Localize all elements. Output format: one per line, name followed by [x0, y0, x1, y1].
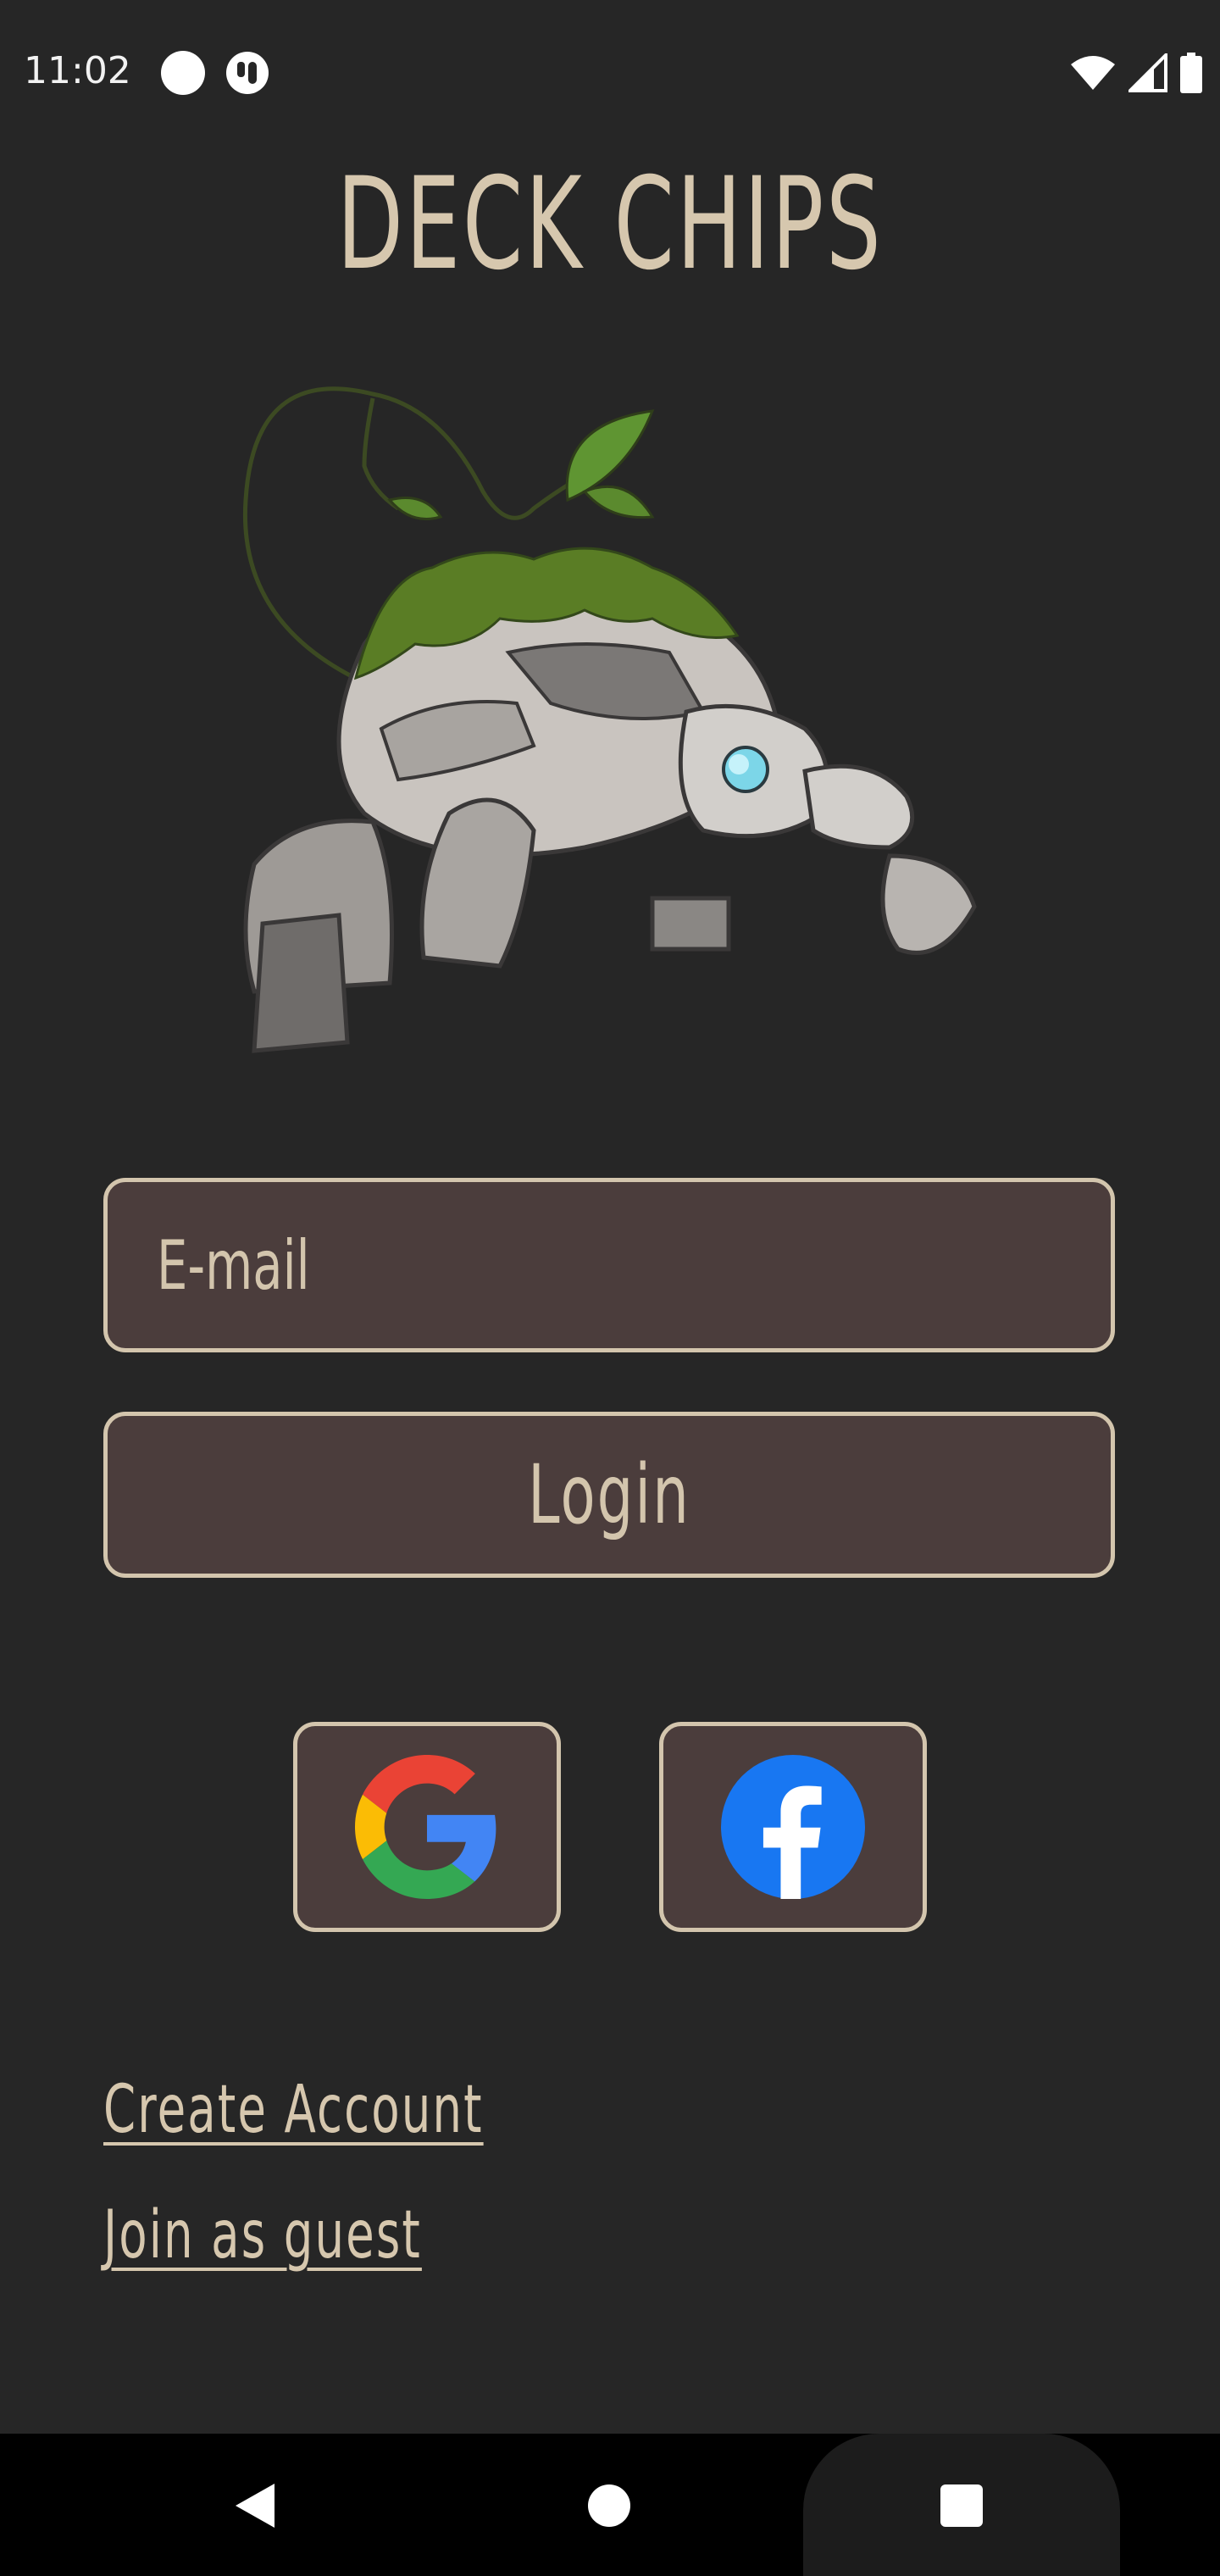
wifi-icon	[1071, 56, 1115, 90]
home-button[interactable]	[580, 2476, 639, 2535]
email-input[interactable]	[108, 1182, 1111, 1348]
login-button[interactable]: Login	[103, 1412, 1115, 1578]
recents-icon	[940, 2484, 983, 2527]
facebook-icon	[721, 1755, 865, 1899]
join-as-guest-link[interactable]: Join as guest	[103, 2197, 422, 2273]
facebook-signin-button[interactable]	[659, 1722, 927, 1932]
recents-button[interactable]	[932, 2476, 991, 2535]
back-button[interactable]	[225, 2476, 285, 2535]
login-screen: 11:02 DECK CHIPS E-mail Login Create Acc…	[0, 0, 1220, 2576]
status-time: 11:02	[24, 49, 131, 92]
google-signin-button[interactable]	[293, 1722, 561, 1932]
login-button-label: Login	[528, 1447, 690, 1542]
back-icon	[236, 2484, 274, 2528]
home-icon	[588, 2484, 630, 2527]
circle-notification-icon	[161, 51, 205, 95]
cellular-signal-icon	[1128, 53, 1167, 92]
status-bar: 11:02	[0, 0, 1220, 144]
email-field[interactable]: E-mail	[103, 1178, 1115, 1352]
create-account-link[interactable]: Create Account	[103, 2072, 484, 2148]
status-icons	[1069, 51, 1203, 95]
app-notification-icon	[226, 52, 269, 94]
google-icon	[355, 1755, 496, 1899]
app-title: DECK CHIPS	[336, 151, 884, 298]
battery-icon	[1180, 53, 1202, 93]
system-nav-bar	[0, 2434, 1220, 2576]
rock-turtle-mascot	[242, 386, 977, 1053]
